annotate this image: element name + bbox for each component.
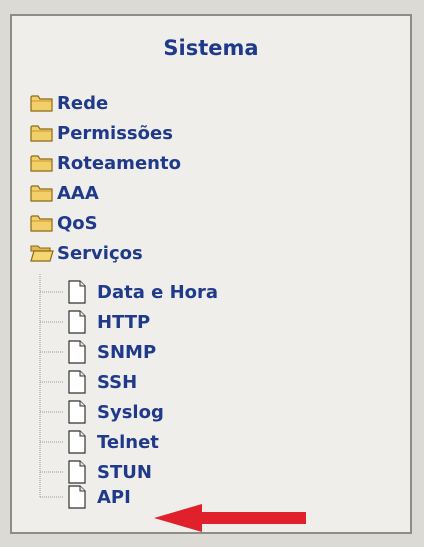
folder-label: Rede: [57, 92, 109, 114]
page-icon: [68, 310, 86, 334]
tree-item-snmp[interactable]: SNMP: [67, 337, 156, 367]
page-icon: [68, 370, 86, 394]
folder-closed-icon: [30, 95, 53, 112]
tree-item-label: SNMP: [97, 341, 157, 363]
tree-item-api[interactable]: API: [67, 482, 131, 512]
folder-label: AAA: [57, 182, 99, 204]
folder-open-icon: [30, 245, 54, 262]
tree-folder-qos[interactable]: QoS: [30, 209, 98, 237]
folder-label: QoS: [57, 212, 98, 234]
tree-item-label: Data e Hora: [97, 281, 219, 303]
folder-closed-icon: [30, 155, 53, 172]
folder-closed-icon: [30, 125, 53, 142]
folder-closed-icon: [30, 215, 53, 232]
page-icon: [68, 280, 86, 304]
tree-folder-servicos[interactable]: Serviços: [30, 239, 143, 267]
page-icon: [68, 460, 86, 484]
tree-item-data-e-hora[interactable]: Data e Hora: [67, 277, 218, 307]
folder-closed-icon: [30, 185, 53, 202]
page-icon: [68, 485, 86, 509]
tree-item-label: Telnet: [97, 431, 159, 453]
tree-item-label: HTTP: [97, 311, 151, 333]
red-arrow-icon: [154, 504, 306, 532]
page-icon: [68, 340, 86, 364]
tree-item-label: Syslog: [97, 401, 164, 423]
tree-folder-permissoes[interactable]: Permissões: [30, 119, 173, 147]
folder-label: Serviços: [57, 242, 143, 264]
tree-item-http[interactable]: HTTP: [67, 307, 150, 337]
folder-label: Permissões: [57, 122, 173, 144]
tree-item-label: STUN: [97, 461, 152, 483]
tree-item-label: API: [97, 486, 131, 508]
tree-folder-roteamento[interactable]: Roteamento: [30, 149, 181, 177]
page-icon: [68, 430, 86, 454]
tree-item-ssh[interactable]: SSH: [67, 367, 137, 397]
menu-panel: Sistema Rede Permissões Roteamento AAA Q…: [10, 14, 412, 534]
folder-label: Roteamento: [57, 152, 181, 174]
tree-item-label: SSH: [97, 371, 138, 393]
tree-item-telnet[interactable]: Telnet: [67, 427, 159, 457]
page-icon: [68, 400, 86, 424]
tree-folder-aaa[interactable]: AAA: [30, 179, 99, 207]
tree-item-syslog[interactable]: Syslog: [67, 397, 164, 427]
tree-folder-rede[interactable]: Rede: [30, 89, 108, 117]
